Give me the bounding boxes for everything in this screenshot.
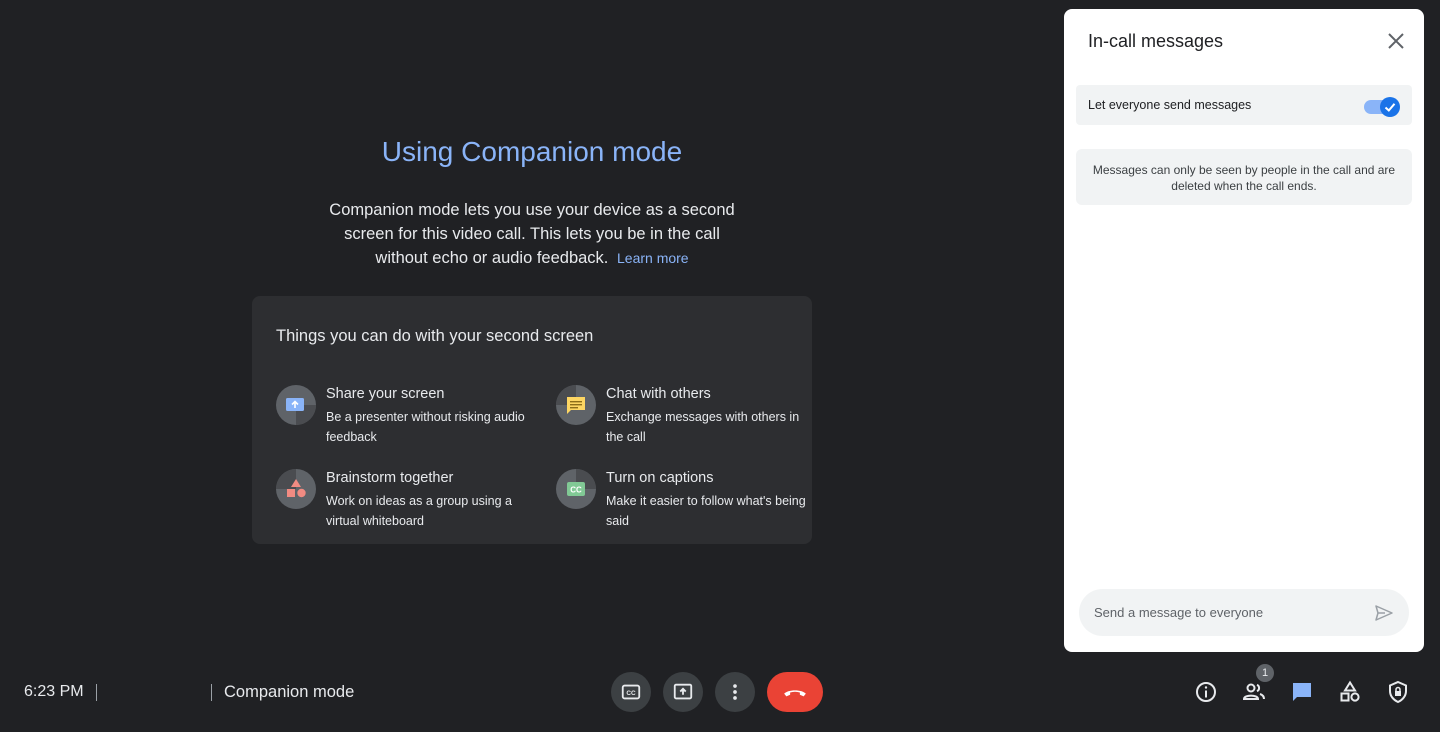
chat-icon xyxy=(1293,683,1311,701)
feature-desc: Exchange messages with others in the cal… xyxy=(606,410,800,444)
let-everyone-send-toggle[interactable] xyxy=(1364,95,1400,117)
feature-title: Brainstorm together xyxy=(326,470,454,486)
info-icon xyxy=(1196,682,1216,702)
people-icon xyxy=(1242,683,1265,700)
close-panel-button[interactable] xyxy=(1384,29,1408,53)
feature-title: Chat with others xyxy=(606,386,711,402)
send-icon xyxy=(1375,605,1393,621)
more-options-button[interactable] xyxy=(715,672,755,712)
divider xyxy=(96,684,97,701)
page-title: Using Companion mode xyxy=(381,136,683,167)
captions-icon: CC xyxy=(556,469,596,509)
more-vert-icon xyxy=(733,684,737,700)
leave-call-button[interactable] xyxy=(767,672,823,712)
shield-lock-icon xyxy=(1389,680,1407,704)
activities-shapes-icon xyxy=(1340,680,1360,702)
people-button[interactable] xyxy=(1242,680,1266,704)
activities-button[interactable] xyxy=(1338,680,1362,704)
companion-description: Companion mode lets you use your device … xyxy=(322,198,742,270)
whiteboard-shapes-icon xyxy=(276,469,316,509)
privacy-notice: Messages can only be seen by people in t… xyxy=(1076,149,1412,205)
feature-desc: Make it easier to follow what's being sa… xyxy=(606,494,806,528)
send-button[interactable] xyxy=(1374,603,1394,623)
card-title: Things you can do with your second scree… xyxy=(276,327,594,345)
meeting-details-button[interactable] xyxy=(1194,680,1218,704)
chat-button[interactable] xyxy=(1290,680,1314,704)
feature-brainstorm: Brainstorm together Work on ideas as a g… xyxy=(276,469,532,529)
message-input[interactable] xyxy=(1079,589,1409,636)
learn-more-link[interactable]: Learn more xyxy=(617,250,689,266)
feature-desc: Be a presenter without risking audio fee… xyxy=(326,410,525,444)
panel-title: In-call messages xyxy=(1088,31,1224,51)
host-controls-button[interactable] xyxy=(1386,680,1410,704)
captions-button[interactable]: CC xyxy=(611,672,651,712)
messages-permission-row: Let everyone send messages xyxy=(1076,85,1412,125)
chat-icon xyxy=(556,385,596,425)
clock: 6:23 PM xyxy=(24,683,84,700)
close-icon xyxy=(1388,33,1404,49)
in-call-messages-panel: In-call messages Let everyone send messa… xyxy=(1064,9,1424,652)
present-screen-icon xyxy=(673,683,693,700)
feature-desc: Work on ideas as a group using a virtual… xyxy=(326,494,512,528)
svg-text:CC: CC xyxy=(570,486,582,495)
feature-share-screen: Share your screen Be a presenter without… xyxy=(276,385,532,445)
captions-icon: CC xyxy=(621,684,641,700)
call-end-icon xyxy=(784,690,806,697)
divider xyxy=(211,684,212,701)
present-screen-icon xyxy=(276,385,316,425)
feature-title: Share your screen xyxy=(326,386,445,402)
meeting-name: Companion mode xyxy=(224,683,355,701)
second-screen-card: Things you can do with your second scree… xyxy=(252,296,812,544)
feature-title: Turn on captions xyxy=(606,470,714,486)
feature-chat: Chat with others Exchange messages with … xyxy=(556,385,812,445)
present-button[interactable] xyxy=(663,672,703,712)
participant-count-badge: 1 xyxy=(1256,664,1274,682)
toggle-label: Let everyone send messages xyxy=(1088,98,1252,112)
check-icon xyxy=(1384,103,1396,112)
feature-captions: CC Turn on captions Make it easier to fo… xyxy=(556,469,812,529)
svg-text:CC: CC xyxy=(626,690,636,697)
